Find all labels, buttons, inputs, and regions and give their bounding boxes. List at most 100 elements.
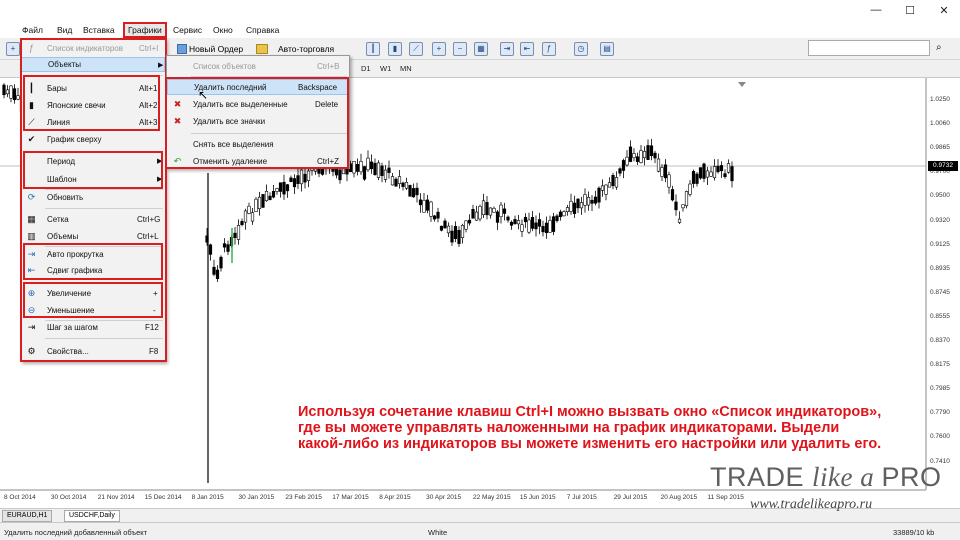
candle-body <box>254 198 258 213</box>
bar-chart-icon[interactable]: ┃ <box>366 42 380 56</box>
candle-body <box>352 161 356 174</box>
menu-charts[interactable]: Графики <box>123 22 167 38</box>
zoom-out-icon[interactable]: − <box>453 42 467 56</box>
candle-body <box>16 95 20 100</box>
candle-body <box>565 207 570 212</box>
brand-logo: TRADE like a PRO <box>710 462 942 493</box>
date-tick-label: 22 May 2015 <box>473 494 511 501</box>
candle-body <box>597 187 601 203</box>
menu-insert[interactable]: Вставка <box>83 25 115 35</box>
candle-body <box>387 167 391 173</box>
maximize-button[interactable]: ☐ <box>902 4 918 18</box>
candle-body <box>215 269 220 279</box>
candle-body <box>607 182 612 188</box>
menu-help[interactable]: Справка <box>246 25 279 35</box>
candle-body <box>481 200 486 215</box>
candle-body <box>436 211 440 219</box>
candle-body <box>278 182 283 192</box>
candle-body <box>646 145 650 160</box>
price-tick-label: 0.9125 <box>930 240 950 248</box>
menu-item-shortcut: Ctrl+B <box>317 61 340 71</box>
candle-body <box>411 188 416 198</box>
candle-body <box>492 207 496 213</box>
status-bar: Удалить последний добавленный объект Whi… <box>0 522 960 540</box>
search-icon[interactable]: ⌕ <box>936 42 942 53</box>
status-message: Удалить последний добавленный объект <box>4 528 148 537</box>
candle-body <box>257 196 262 209</box>
price-tick-label: 0.8555 <box>930 312 950 320</box>
date-tick-label: 11 Sep 2015 <box>707 494 744 501</box>
close-button[interactable]: ✕ <box>936 4 952 18</box>
date-tick-label: 15 Jun 2015 <box>519 494 556 501</box>
timeframe-d1[interactable]: D1 <box>361 64 371 73</box>
candle-body <box>390 176 395 186</box>
candle-body <box>677 218 682 223</box>
candle-body <box>404 182 409 189</box>
menu-window[interactable]: Окно <box>213 25 233 35</box>
candle-body <box>222 243 227 248</box>
tab-usdchf-daily[interactable]: USDCHF,Daily <box>64 510 120 522</box>
menu-view[interactable]: Вид <box>57 25 72 35</box>
menu-file[interactable]: Файл <box>22 25 43 35</box>
menu-item-label: Список объектов <box>193 61 256 71</box>
caption-line-3: какой-либо из индикаторов вы можете изме… <box>298 436 882 452</box>
line-chart-icon[interactable]: ⟋ <box>409 42 423 56</box>
tab-euraud-h1[interactable]: EURAUD,H1 <box>2 510 53 522</box>
auto-scroll-icon[interactable]: ⇥ <box>500 42 514 56</box>
candle-body <box>464 220 468 230</box>
date-tick-label: 15 Dec 2014 <box>144 494 182 501</box>
minimize-button[interactable]: — <box>868 4 884 18</box>
candle-body <box>376 162 381 178</box>
price-tick-label: 0.7600 <box>930 433 950 441</box>
candle-body <box>663 164 668 179</box>
candle-body <box>471 209 475 219</box>
date-tick-label: 8 Oct 2014 <box>4 494 36 501</box>
caption-line-2: где вы можете управлять наложенными на г… <box>298 420 840 436</box>
candles-icon[interactable]: ▮ <box>388 42 402 56</box>
candle-body <box>247 205 251 214</box>
candle-body <box>516 220 521 225</box>
candle-body <box>261 194 265 208</box>
candle-body <box>628 146 633 162</box>
chart-shift-icon[interactable]: ⇤ <box>520 42 534 56</box>
templates-icon[interactable]: ▤ <box>600 42 614 56</box>
candle-body <box>590 199 594 204</box>
candle-body <box>611 175 615 187</box>
zoom-in-icon[interactable]: + <box>432 42 446 56</box>
candle-body <box>723 173 727 178</box>
candle-body <box>457 229 461 244</box>
brand-pro: PRO <box>881 462 942 492</box>
candle-body <box>226 244 230 252</box>
date-tick-label: 7 Jul 2015 <box>566 494 597 501</box>
candle-body <box>632 153 636 159</box>
timeframe-w1[interactable]: W1 <box>380 64 391 73</box>
new-chart-icon[interactable]: + <box>6 42 20 56</box>
periods-icon[interactable]: ◷ <box>574 42 588 56</box>
tile-windows-icon[interactable]: ▦ <box>474 42 488 56</box>
timeframe-mn[interactable]: MN <box>400 64 412 73</box>
candle-body <box>639 150 643 163</box>
candle-body <box>268 195 272 201</box>
indicators-icon[interactable]: ƒ <box>542 42 556 56</box>
candle-body <box>478 206 482 220</box>
candle-body <box>264 190 269 202</box>
candle-body <box>719 165 724 172</box>
candle-body <box>366 157 370 171</box>
search-input[interactable] <box>808 40 930 56</box>
candle-body <box>453 226 458 240</box>
candle-body <box>506 216 510 221</box>
brand-url: www.tradelikeapro.ru <box>750 497 873 512</box>
candle-body <box>474 211 479 221</box>
candle-body <box>499 204 503 218</box>
candle-body <box>691 171 696 184</box>
candle-body <box>604 184 608 195</box>
candle-body <box>502 208 507 214</box>
candle-body <box>716 165 720 173</box>
highlight-charts-menu <box>20 38 167 362</box>
price-tick-label: 0.8175 <box>930 361 950 369</box>
menu-tools[interactable]: Сервис <box>173 25 202 35</box>
candle-body <box>618 168 622 174</box>
candle-body <box>296 175 300 184</box>
candle-body <box>569 201 573 212</box>
menu-item-objects-list[interactable]: Список объектов Ctrl+B <box>167 58 349 74</box>
